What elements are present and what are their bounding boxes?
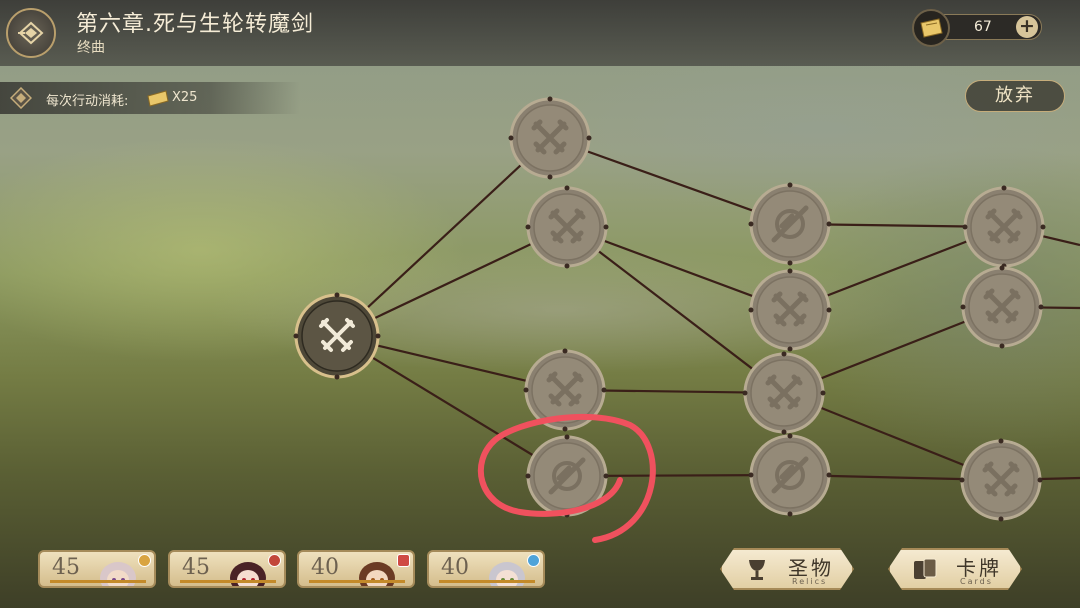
relics-button[interactable]: 圣物 Relics [712, 544, 862, 594]
action-cost-value: X25 [172, 90, 198, 105]
battle-node[interactable] [525, 185, 609, 269]
action-cost-label: 每次行动消耗: [46, 94, 129, 109]
back-button[interactable] [6, 8, 56, 58]
battle-node[interactable] [293, 292, 381, 380]
top-bar: 第六章.死与生轮转魔剑 终曲 67 + [0, 0, 1080, 66]
member-energy-bar [439, 580, 535, 583]
member-status-badge [138, 554, 151, 567]
back-arrow-icon [18, 21, 44, 45]
ticket-icon [147, 90, 169, 107]
battle-node[interactable] [748, 268, 832, 352]
action-cost-bar: 每次行动消耗: X25 [0, 82, 300, 114]
ticket-icon [912, 9, 950, 47]
ticket-count: 67 [974, 19, 992, 35]
relics-sublabel: Relics [792, 577, 828, 586]
compass-diamond-icon [10, 87, 32, 109]
member-status-badge [527, 554, 540, 567]
member-energy-bar [50, 580, 146, 583]
route-path [336, 137, 551, 337]
event-node[interactable] [748, 433, 832, 517]
battle-node[interactable] [742, 351, 826, 435]
member-status-badge [268, 554, 281, 567]
member-level: 45 [52, 555, 80, 580]
cards-sublabel: Cards [960, 577, 993, 586]
cards-icon [914, 558, 937, 579]
battle-node[interactable] [962, 185, 1046, 269]
party-member[interactable]: 45 [38, 550, 156, 588]
party-member[interactable]: 45 [168, 550, 286, 588]
member-energy-bar [180, 580, 276, 583]
member-level: 40 [441, 555, 469, 580]
party-member[interactable]: 40 [297, 550, 415, 588]
chalice-icon [749, 560, 765, 580]
chapter-subtitle: 终曲 [77, 40, 105, 56]
ticket-currency: 67 + [912, 9, 1044, 47]
battle-node[interactable] [508, 96, 592, 180]
battle-node[interactable] [959, 438, 1043, 522]
member-energy-bar [309, 580, 405, 583]
chapter-title: 第六章.死与生轮转魔剑 [76, 12, 314, 37]
add-currency-button[interactable]: + [1016, 16, 1038, 38]
abandon-button[interactable]: 放弃 [965, 80, 1065, 112]
cards-button[interactable]: 卡牌 Cards [880, 544, 1030, 594]
member-level: 45 [182, 555, 210, 580]
event-node[interactable] [748, 182, 832, 266]
battle-node[interactable] [960, 265, 1044, 349]
party-member[interactable]: 40 [427, 550, 545, 588]
route-nodes [293, 96, 1046, 522]
member-level: 40 [311, 555, 339, 580]
member-status-badge [397, 554, 410, 567]
